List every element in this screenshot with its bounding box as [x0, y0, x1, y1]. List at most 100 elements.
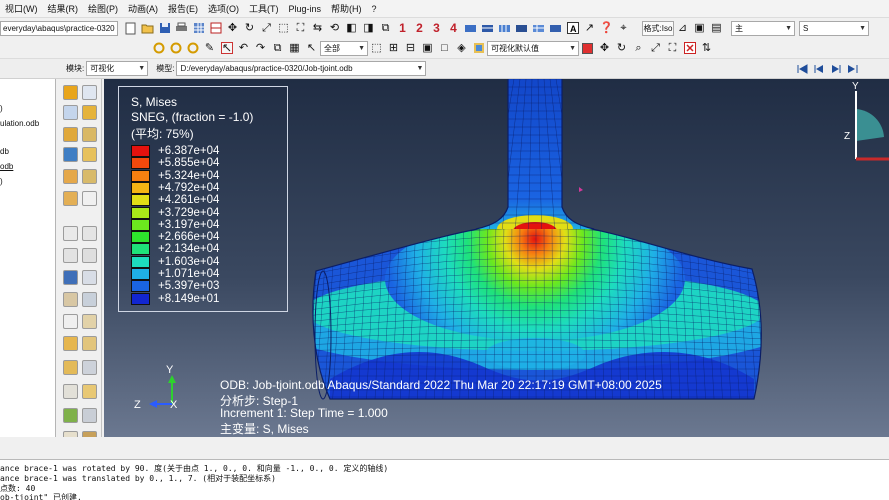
xy-data-manager-icon[interactable]: [82, 191, 97, 206]
plot-material-orient-icon[interactable]: [63, 127, 78, 142]
view-cube[interactable]: Y Z: [844, 81, 889, 161]
model-combo[interactable]: D:/everyday/abaqus/practice-0320/Job-tjo…: [176, 61, 427, 76]
rotate-icon[interactable]: ↻: [242, 21, 257, 36]
selection-scope-combo[interactable]: 全部 ▼: [320, 40, 368, 56]
contour-options-icon[interactable]: [63, 147, 78, 162]
menu-viewport[interactable]: 视口(W): [0, 2, 43, 15]
view-4-button[interactable]: 4: [446, 21, 461, 36]
view-manager-icon[interactable]: ▦: [287, 41, 302, 56]
field-variable-combo[interactable]: S ▼: [799, 20, 869, 36]
play-icon[interactable]: [828, 61, 843, 76]
tree-node[interactable]: ): [0, 177, 3, 186]
menu-options[interactable]: 选项(O): [203, 2, 244, 15]
print-icon[interactable]: [174, 21, 189, 36]
render-fill-icon[interactable]: [514, 21, 529, 36]
pan-icon[interactable]: ✥: [225, 21, 240, 36]
tree-node-current[interactable]: odb: [0, 162, 13, 171]
plot-undeformed-icon[interactable]: [63, 85, 78, 100]
select-plus-icon[interactable]: ⊞: [386, 41, 401, 56]
select-box-icon[interactable]: ⬚: [369, 41, 384, 56]
viewport-layout-icon[interactable]: [208, 21, 223, 36]
select-arrow-icon[interactable]: [219, 41, 234, 56]
path-manager-icon[interactable]: [82, 226, 97, 241]
render-hidden-icon[interactable]: [497, 21, 512, 36]
plot-deformed-icon[interactable]: [82, 85, 97, 100]
color-swatch-icon[interactable]: [580, 41, 595, 56]
menu-tools[interactable]: 工具(T): [244, 2, 284, 15]
menu-plugins[interactable]: Plug-ins: [284, 4, 327, 14]
create-display-group-icon[interactable]: [63, 248, 78, 263]
close-red-icon[interactable]: [682, 41, 697, 56]
viewport[interactable]: Y Z X Y Z S, Mises SNEG, (fraction = -1.…: [104, 79, 889, 437]
result-options-icon[interactable]: [82, 408, 97, 423]
query-icon[interactable]: ❓: [599, 21, 614, 36]
draw-icon[interactable]: ✎: [202, 41, 217, 56]
free-body-cut-icon[interactable]: [63, 336, 78, 351]
animate-time-icon[interactable]: [82, 292, 97, 307]
render-edges-icon[interactable]: [548, 21, 563, 36]
arrow-annotation-icon[interactable]: ↗: [582, 21, 597, 36]
auto-fit-icon[interactable]: ⛶: [293, 21, 308, 36]
label-display-icon[interactable]: ▤: [709, 21, 724, 36]
animate-scale-icon[interactable]: [63, 292, 78, 307]
animation-options-icon[interactable]: [82, 314, 97, 329]
magnify-icon[interactable]: ⤢: [259, 21, 274, 36]
select-minus-icon[interactable]: ⊟: [403, 41, 418, 56]
cycle-view-icon[interactable]: ⇆: [310, 21, 325, 36]
move-icon[interactable]: ✥: [597, 41, 612, 56]
stream-icon[interactable]: [63, 360, 78, 375]
menu-context-help[interactable]: ?: [367, 4, 382, 14]
grid-icon[interactable]: [191, 21, 206, 36]
previous-frame-icon[interactable]: [811, 61, 826, 76]
report-field-icon[interactable]: [82, 384, 97, 399]
text-annotation-icon[interactable]: A: [565, 21, 580, 36]
display-group-manager-icon[interactable]: [82, 248, 97, 263]
allow-multiple-plots-icon[interactable]: [82, 127, 97, 142]
measure-icon[interactable]: ⌖: [616, 21, 631, 36]
stream-manager-icon[interactable]: [82, 360, 97, 375]
undo-icon[interactable]: ↶: [236, 41, 251, 56]
menu-report[interactable]: 报告(E): [163, 2, 203, 15]
zoom-icon[interactable]: ⌕: [631, 41, 646, 56]
tree-node[interactable]: ulation.odb: [0, 119, 39, 128]
select-none-icon[interactable]: □: [437, 41, 452, 56]
render-mesh-icon[interactable]: [531, 21, 546, 36]
menu-plot[interactable]: 绘图(P): [83, 2, 123, 15]
open-folder-icon[interactable]: [140, 21, 155, 36]
view-cut-manager-icon[interactable]: [82, 270, 97, 285]
current-path-field[interactable]: everyday\abaqus\practice-0320: [0, 20, 118, 36]
create-xy-data-icon[interactable]: [63, 191, 78, 206]
cursor-icon[interactable]: ↖: [304, 41, 319, 56]
superimpose-options-icon[interactable]: [63, 169, 78, 184]
common-options-icon[interactable]: [82, 147, 97, 162]
first-frame-icon[interactable]: [794, 61, 809, 76]
palette-icon[interactable]: [471, 41, 486, 56]
query-tool-icon[interactable]: [63, 384, 78, 399]
ring-icon[interactable]: [151, 41, 166, 56]
render-wire-icon[interactable]: [463, 21, 478, 36]
render-shaded-icon[interactable]: [480, 21, 495, 36]
up-down-arrows-icon[interactable]: ⇅: [699, 41, 714, 56]
view-2-button[interactable]: 2: [412, 21, 427, 36]
triad-display-icon[interactable]: ⊿: [675, 21, 690, 36]
module-combo[interactable]: 可视化 ▼: [86, 61, 149, 76]
create-coordinate-system-icon[interactable]: [63, 270, 78, 285]
animate-harmonic-icon[interactable]: [63, 314, 78, 329]
view-1-button[interactable]: 1: [395, 21, 410, 36]
select-all-icon[interactable]: ▣: [420, 41, 435, 56]
replace-icon[interactable]: ⧉: [378, 21, 393, 36]
new-file-icon[interactable]: [123, 21, 138, 36]
show-icon[interactable]: ◨: [361, 21, 376, 36]
tree-node[interactable]: ): [0, 104, 3, 113]
menu-help[interactable]: 帮助(H): [326, 2, 367, 15]
view-3-button[interactable]: 3: [429, 21, 444, 36]
plot-contours-icon[interactable]: [63, 105, 78, 120]
part-color-icon[interactable]: ▣: [692, 21, 707, 36]
box-zoom-icon[interactable]: ⤢: [648, 41, 663, 56]
color-code-icon[interactable]: ◈: [454, 41, 469, 56]
plot-symbols-icon[interactable]: [82, 105, 97, 120]
last-frame-icon[interactable]: [845, 61, 860, 76]
copy-view-icon[interactable]: ⧉: [270, 41, 285, 56]
turn-view-icon[interactable]: ⟲: [327, 21, 342, 36]
fit-view-icon[interactable]: ⛶: [665, 41, 680, 56]
